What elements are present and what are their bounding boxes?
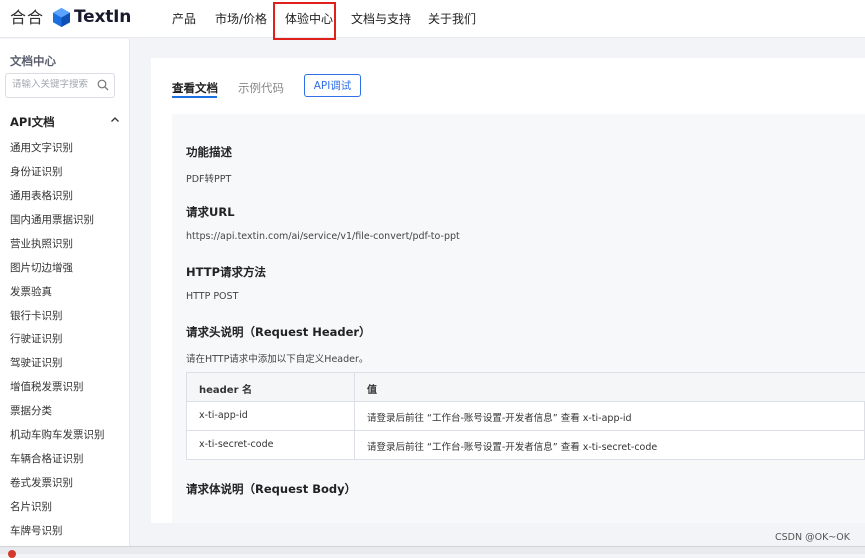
request-header-description: 请在HTTP请求中添加以下自定义Header。 (186, 354, 369, 365)
doc-body: 功能描述 PDF转PPT 请求URL https://api.textin.co… (172, 114, 865, 523)
sidebar-item[interactable]: 身份证识别 (10, 164, 63, 179)
sidebar-item[interactable]: 行驶证识别 (10, 331, 63, 346)
chevron-up-icon[interactable] (110, 115, 120, 125)
sidebar-search-input[interactable] (12, 79, 96, 90)
sidebar-item[interactable]: 卷式发票识别 (10, 475, 73, 490)
tab-sample-code[interactable]: 示例代码 (238, 80, 284, 96)
brand-icon-left[interactable]: 合 (10, 9, 26, 27)
textin-logo-icon (53, 7, 70, 27)
api-debug-button[interactable]: API调试 (304, 74, 361, 97)
sidebar-search-box[interactable] (5, 73, 115, 98)
nav-about-us[interactable]: 关于我们 (428, 10, 476, 27)
sidebar-item[interactable]: 通用文字识别 (10, 140, 73, 155)
sidebar-item[interactable]: 国内通用票据识别 (10, 212, 94, 227)
active-tab-underline (172, 96, 217, 98)
request-method: HTTP POST (186, 291, 239, 302)
brand-icon-right[interactable]: 合 (27, 9, 43, 27)
sidebar-item[interactable]: 营业执照识别 (10, 236, 73, 251)
logo-text: TextIn (74, 7, 132, 27)
sidebar-item[interactable]: 银行卡识别 (10, 308, 63, 323)
textin-logo[interactable]: TextIn (53, 7, 131, 27)
table-cell-header-value: 请登录后前往 “工作台-账号设置-开发者信息” 查看 x-ti-secret-c… (367, 442, 658, 453)
highlight-annotation-box (273, 2, 336, 40)
section-heading-function: 功能描述 (186, 145, 232, 159)
table-header-name: header 名 (199, 385, 253, 396)
table-header-value: 值 (367, 385, 377, 396)
section-heading-method: HTTP请求方法 (186, 265, 267, 279)
table-cell-header-name: x-ti-app-id (199, 410, 248, 421)
section-heading-url: 请求URL (186, 205, 235, 219)
sidebar-item[interactable]: 机动车购车发票识别 (10, 427, 105, 442)
table-row: x-ti-app-id 请登录后前往 “工作台-账号设置-开发者信息” 查看 x… (187, 402, 865, 431)
sidebar-item[interactable]: 图片切边增强 (10, 260, 73, 275)
section-heading-request-body: 请求体说明（Request Body） (186, 482, 357, 496)
function-description: PDF转PPT (186, 174, 232, 185)
table-cell-header-name: x-ti-secret-code (199, 439, 274, 450)
nav-market-pricing[interactable]: 市场/价格 (215, 10, 267, 27)
main-content-panel: 查看文档 示例代码 API调试 功能描述 PDF转PPT 请求URL https… (151, 58, 865, 523)
taskbar-app-icon[interactable] (8, 550, 16, 558)
nav-products[interactable]: 产品 (172, 10, 196, 27)
nav-docs-support[interactable]: 文档与支持 (351, 10, 411, 27)
bottom-taskbar-strip (0, 546, 865, 554)
section-heading-request-header: 请求头说明（Request Header） (186, 325, 371, 339)
sidebar-title: 文档中心 (10, 54, 56, 68)
search-icon[interactable] (97, 79, 109, 91)
table-row: x-ti-secret-code 请登录后前往 “工作台-账号设置-开发者信息”… (187, 431, 865, 460)
sidebar-item[interactable]: 票据分类 (10, 403, 52, 418)
sidebar-item[interactable]: 名片识别 (10, 499, 52, 514)
sidebar-item[interactable]: 通用表格识别 (10, 188, 73, 203)
sidebar-item[interactable]: 增值税发票识别 (10, 379, 84, 394)
sidebar-item[interactable]: 驾驶证识别 (10, 355, 63, 370)
csdn-watermark: CSDN @OK~OK (775, 532, 850, 543)
sidebar-item[interactable]: 车辆合格证识别 (10, 451, 84, 466)
top-navigation-bar: 合 合 TextIn 产品 市场/价格 体验中心 文档与支持 关于我们 (0, 0, 865, 38)
request-url: https://api.textin.com/ai/service/v1/fil… (186, 231, 460, 242)
docs-sidebar: 文档中心 API文档 通用文字识别 身份证识别 通用表格识别 国内通用票据识别 … (0, 39, 130, 554)
table-header-row: header 名 值 (187, 373, 865, 402)
request-header-table: header 名 值 x-ti-app-id 请登录后前往 “工作台-账号设置-… (186, 372, 865, 460)
tab-view-docs[interactable]: 查看文档 (172, 80, 218, 96)
sidebar-section-api-docs[interactable]: API文档 (10, 114, 55, 130)
table-cell-header-value: 请登录后前往 “工作台-账号设置-开发者信息” 查看 x-ti-app-id (367, 413, 632, 424)
sidebar-item[interactable]: 车牌号识别 (10, 523, 63, 538)
sidebar-item[interactable]: 发票验真 (10, 284, 52, 299)
